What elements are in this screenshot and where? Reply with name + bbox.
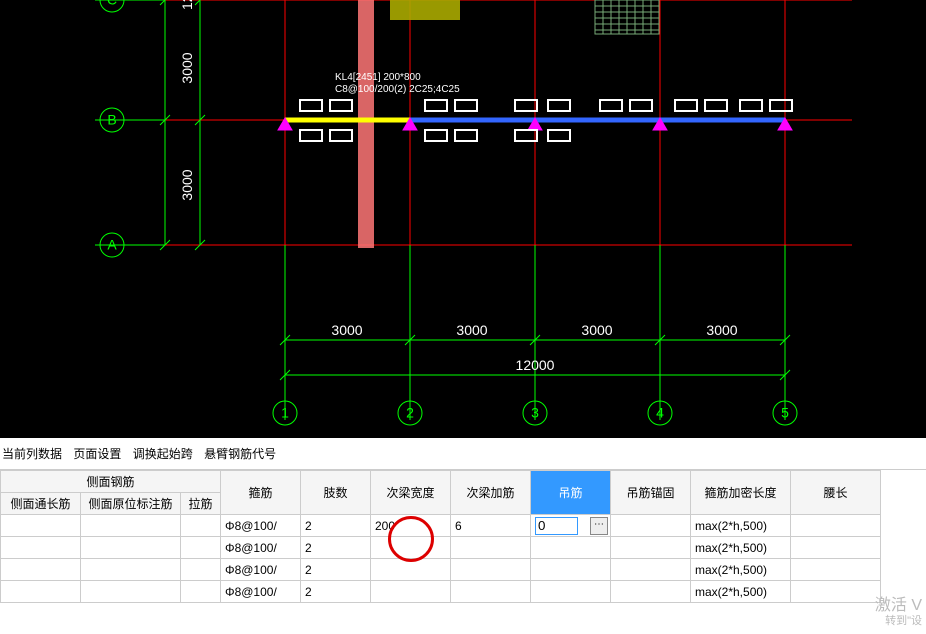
th-tie[interactable]: 拉筋 [181, 493, 221, 515]
svg-text:5: 5 [781, 405, 789, 421]
svg-text:3000: 3000 [456, 322, 487, 338]
table-row[interactable]: Φ8@100/ 2 max(2*h,500) [1, 581, 881, 603]
svg-text:3000: 3000 [179, 169, 195, 200]
th-stirrup[interactable]: 箍筋 [221, 471, 301, 515]
table-row[interactable]: Φ8@100/ 2 max(2*h,500) [1, 559, 881, 581]
svg-text:3000: 3000 [581, 322, 612, 338]
svg-text:KL4[2451] 200*800: KL4[2451] 200*800 [335, 72, 421, 83]
th-waist[interactable]: 腰长 [791, 471, 881, 515]
svg-text:4: 4 [656, 405, 664, 421]
th-side-local[interactable]: 侧面原位标注筋 [81, 493, 181, 515]
svg-text:A: A [107, 237, 117, 253]
hanger-input-cell[interactable]: ⋯ [531, 515, 611, 537]
table-row[interactable]: Φ8@100/ 2 max(2*h,500) [1, 537, 881, 559]
cad-canvas[interactable]: 1200 3000 3000 3000 3000 3000 3000 12000… [0, 0, 926, 438]
th-dense[interactable]: 箍筋加密长度 [691, 471, 791, 515]
th-side-through[interactable]: 侧面通长筋 [1, 493, 81, 515]
svg-text:3000: 3000 [706, 322, 737, 338]
th-legs[interactable]: 肢数 [301, 471, 371, 515]
svg-text:C8@100/200(2) 2C25;4C25: C8@100/200(2) 2C25;4C25 [335, 84, 460, 95]
th-anchor[interactable]: 吊筋锚固 [611, 471, 691, 515]
th-width[interactable]: 次梁宽度 [371, 471, 451, 515]
table-row[interactable]: Φ8@100/ 2 200 6 ⋯ max(2*h,500) [1, 515, 881, 537]
svg-text:12000: 12000 [516, 357, 555, 373]
svg-text:3: 3 [531, 405, 539, 421]
th-add[interactable]: 次梁加筋 [451, 471, 531, 515]
plan-drawing: 1200 3000 3000 3000 3000 3000 3000 12000… [0, 0, 926, 438]
hanger-input[interactable] [535, 517, 578, 535]
svg-text:2: 2 [406, 405, 414, 421]
svg-text:1: 1 [281, 405, 289, 421]
th-group-side: 侧面钢筋 [1, 471, 221, 493]
svg-text:3000: 3000 [331, 322, 362, 338]
svg-text:1200: 1200 [179, 0, 195, 10]
svg-text:C: C [107, 0, 117, 8]
ellipsis-button[interactable]: ⋯ [590, 517, 608, 535]
rebar-table[interactable]: 侧面钢筋 箍筋 肢数 次梁宽度 次梁加筋 吊筋 吊筋锚固 箍筋加密长度 腰长 侧… [0, 470, 926, 603]
th-hanger[interactable]: 吊筋 [531, 471, 611, 515]
svg-text:3000: 3000 [179, 52, 195, 83]
toolbar-current-col[interactable]: 当前列数据 [2, 447, 62, 461]
toolbar-page-setup[interactable]: 页面设置 [73, 447, 121, 461]
panel-toolbar: 当前列数据 页面设置 调换起始跨 悬臂钢筋代号 [0, 438, 926, 470]
svg-text:B: B [107, 112, 116, 128]
toolbar-swap-span[interactable]: 调换起始跨 [133, 447, 193, 461]
activation-watermark: 激活 V 转到"设 [875, 596, 922, 628]
toolbar-cantilever-code[interactable]: 悬臂钢筋代号 [204, 447, 276, 461]
